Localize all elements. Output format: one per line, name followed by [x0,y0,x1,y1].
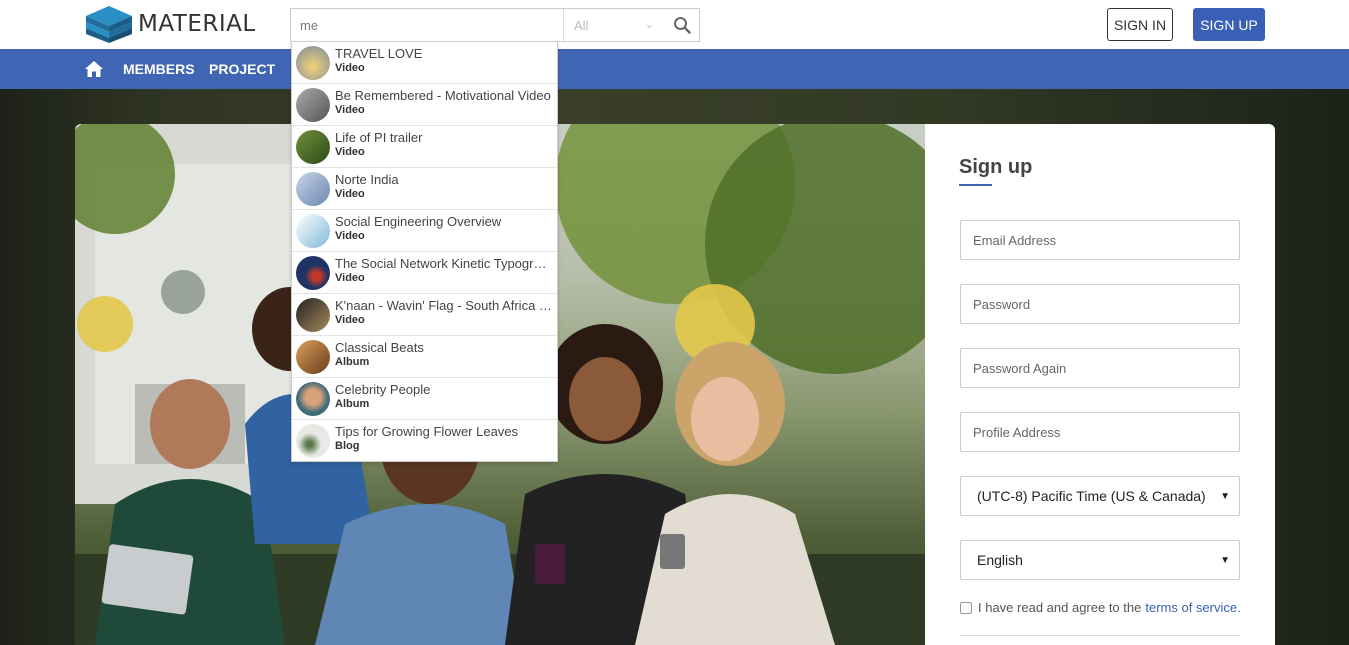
search-result-item[interactable]: Tips for Growing Flower Leaves Blog [292,420,557,462]
language-select[interactable]: English ▼ [960,540,1240,580]
search-icon[interactable] [673,16,691,34]
sign-up-button[interactable]: SIGN UP [1193,8,1265,41]
signup-title: Sign up [959,156,1033,178]
logo-text: MATERIAL [138,11,256,37]
timezone-value: (UTC-8) Pacific Time (US & Canada) [977,488,1206,504]
result-type: Video [335,62,365,74]
result-type: Blog [335,440,360,452]
result-thumbnail [296,298,330,332]
result-title: Tips for Growing Flower Leaves [335,424,519,439]
result-type: Album [335,356,370,368]
result-type: Album [335,398,370,410]
search-scope-select[interactable]: All ⌄ [564,9,664,41]
result-thumbnail [296,214,330,248]
caret-down-icon: ▼ [1220,491,1230,502]
search-result-item[interactable]: Celebrity People Album [292,378,557,420]
search-result-item[interactable]: Norte India Video [292,168,557,210]
search-result-item[interactable]: Be Remembered - Motivational Video Video [292,84,557,126]
terms-link[interactable]: terms of service. [1145,600,1240,615]
search-result-item[interactable]: Life of PI trailer Video [292,126,557,168]
terms-text: I have read and agree to the [978,600,1142,615]
profile-address-field[interactable]: Profile Address [960,412,1240,452]
chevron-down-icon: ⌄ [644,19,654,31]
logo-icon [86,6,132,43]
home-icon[interactable] [84,60,104,78]
result-thumbnail [296,88,330,122]
search-result-item[interactable]: TRAVEL LOVE Video [292,42,557,84]
timezone-select[interactable]: (UTC-8) Pacific Time (US & Canada) ▼ [960,476,1240,516]
terms-checkbox[interactable] [960,601,972,614]
language-value: English [977,552,1023,568]
result-type: Video [335,188,365,200]
search-results-dropdown: TRAVEL LOVE Video Be Remembered - Motiva… [291,41,558,462]
nav-item-members[interactable]: MEMBERS [123,61,195,77]
divider [960,635,1240,636]
search-result-item[interactable]: K'naan - Wavin' Flag - South Africa FIFA… [292,294,557,336]
result-thumbnail [296,382,330,416]
password-field[interactable]: Password [960,284,1240,324]
search-result-item[interactable]: Social Engineering Overview Video [292,210,557,252]
result-title: Life of PI trailer [335,130,423,145]
result-title: K'naan - Wavin' Flag - South Africa FIFA [335,298,553,313]
result-thumbnail [296,172,330,206]
result-type: Video [335,272,365,284]
result-title: Classical Beats [335,340,424,355]
search-bar: All ⌄ [290,8,700,42]
search-scope-value: All [574,17,589,33]
terms-row: I have read and agree to the terms of se… [960,600,1241,615]
result-title: Celebrity People [335,382,431,397]
result-title: Be Remembered - Motivational Video [335,88,551,103]
result-title: Norte India [335,172,399,187]
search-result-item[interactable]: Classical Beats Album [292,336,557,378]
password-again-field[interactable]: Password Again [960,348,1240,388]
main-nav: MEMBERS PROJECT [0,49,1349,89]
search-input[interactable] [291,9,564,41]
result-thumbnail [296,46,330,80]
result-title: The Social Network Kinetic Typography [335,256,553,271]
result-title: TRAVEL LOVE [335,46,423,61]
result-type: Video [335,104,365,116]
sign-in-button[interactable]: SIGN IN [1107,8,1173,41]
result-thumbnail [296,256,330,290]
email-field[interactable]: Email Address [960,220,1240,260]
caret-down-icon: ▼ [1220,555,1230,566]
result-title: Social Engineering Overview [335,214,502,229]
top-header: MATERIAL All ⌄ SIGN IN SIGN UP [0,0,1349,49]
search-result-item[interactable]: The Social Network Kinetic Typography Vi… [292,252,557,294]
nav-item-project[interactable]: PROJECT [209,61,275,77]
result-thumbnail [296,424,330,458]
result-thumbnail [296,340,330,374]
result-thumbnail [296,130,330,164]
title-underline [959,184,992,186]
signup-panel: Sign up Email Address Password Password … [925,124,1275,645]
result-type: Video [335,146,365,158]
result-type: Video [335,314,365,326]
logo[interactable]: MATERIAL [84,4,256,44]
result-type: Video [335,230,365,242]
